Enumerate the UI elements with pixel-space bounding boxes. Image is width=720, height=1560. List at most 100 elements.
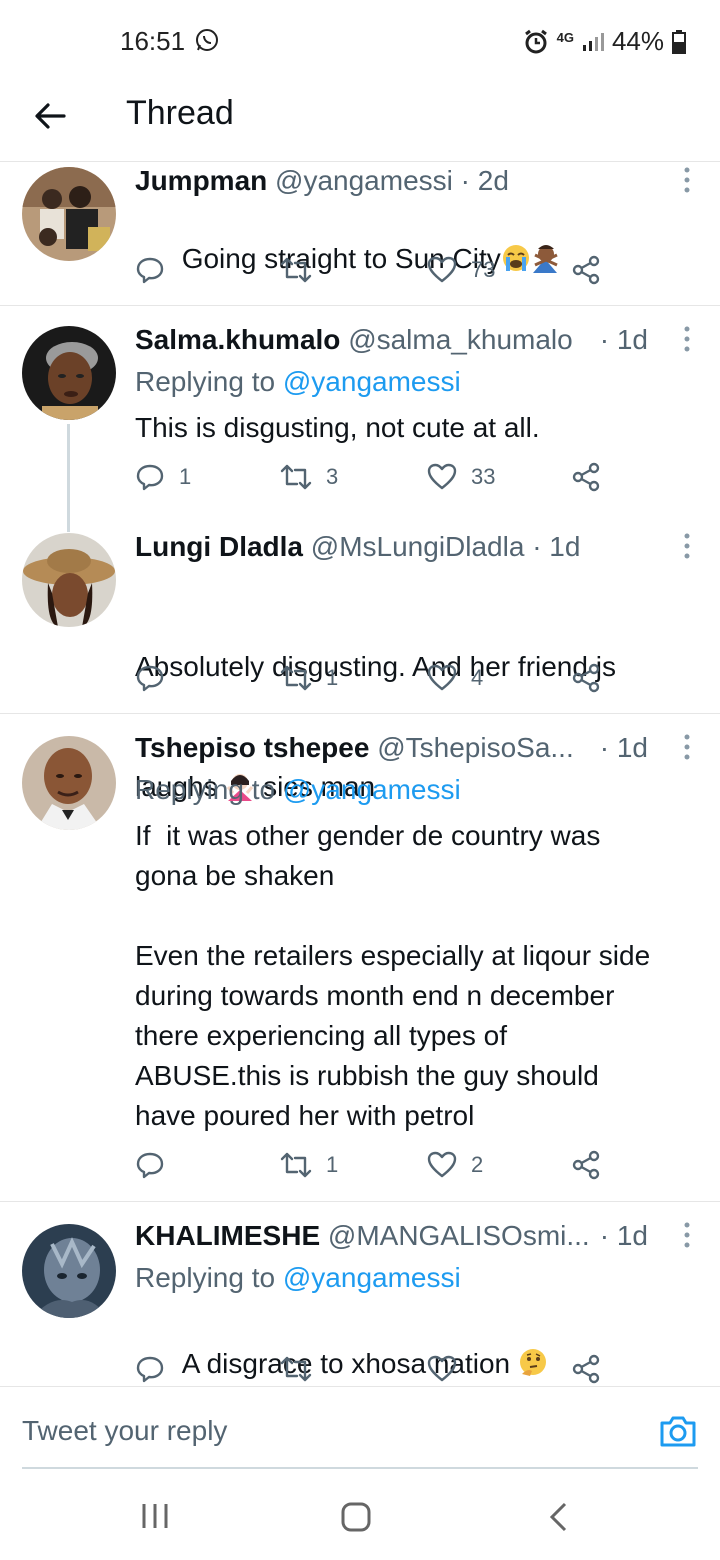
like-button[interactable]: 73 bbox=[427, 255, 495, 285]
tweet-header: KHALIMESHE @MANGALISOsmi... bbox=[135, 1220, 600, 1252]
tweet-text: If it was other gender de country was go… bbox=[135, 820, 651, 1131]
system-nav-bar bbox=[0, 1470, 720, 1560]
like-button[interactable]: 2 bbox=[427, 1150, 483, 1180]
tweet-date: · 1d bbox=[599, 1220, 648, 1251]
display-name[interactable]: Salma.khumalo bbox=[135, 324, 340, 355]
display-name[interactable]: Lungi Dladla bbox=[135, 531, 303, 562]
heart-icon bbox=[427, 256, 457, 283]
retweet-icon bbox=[280, 665, 312, 691]
replying-to-label: Replying to bbox=[135, 1262, 276, 1293]
share-button[interactable] bbox=[571, 1354, 601, 1384]
status-icons: 4G 44% bbox=[523, 26, 686, 57]
recent-apps-icon[interactable] bbox=[140, 1502, 170, 1530]
share-icon bbox=[572, 1354, 600, 1384]
reply-input[interactable]: Tweet your reply bbox=[22, 1415, 227, 1447]
comment-icon bbox=[136, 1356, 164, 1383]
camera-icon[interactable] bbox=[658, 1413, 698, 1449]
tweet-jumpman[interactable]: Jumpman @yangamessi · 2d Going straight … bbox=[0, 163, 720, 305]
tweet-actions: 73 bbox=[135, 255, 615, 291]
more-vertical-icon[interactable] bbox=[682, 326, 692, 352]
tweet-actions: 1 4 bbox=[135, 663, 615, 699]
user-handle[interactable]: @yangamessi bbox=[275, 165, 453, 196]
heart-icon bbox=[427, 1151, 457, 1178]
share-button[interactable] bbox=[571, 255, 601, 285]
retweet-button[interactable]: 1 bbox=[280, 663, 338, 693]
tweet-text: This is disgusting, not cute at all. bbox=[135, 412, 540, 443]
retweet-button[interactable]: 1 bbox=[280, 1150, 338, 1180]
reply-button[interactable] bbox=[135, 663, 179, 693]
whatsapp-icon bbox=[196, 29, 218, 51]
like-count: 33 bbox=[471, 464, 496, 489]
battery-icon bbox=[672, 29, 686, 54]
like-button[interactable] bbox=[427, 1354, 457, 1384]
tweet-tshepiso[interactable]: Tshepiso tshepee @TshepisoSa... · 1d Rep… bbox=[0, 714, 720, 1201]
user-handle[interactable]: @MANGALISOsmi... bbox=[328, 1220, 590, 1251]
retweet-icon bbox=[280, 257, 312, 283]
retweet-icon bbox=[280, 464, 312, 490]
user-handle[interactable]: @TshepisoSa... bbox=[377, 732, 574, 763]
reply-button[interactable] bbox=[135, 255, 179, 285]
more-vertical-icon[interactable] bbox=[682, 1222, 692, 1248]
display-name[interactable]: Tshepiso tshepee bbox=[135, 732, 369, 763]
tweet-actions: 1 3 33 bbox=[135, 462, 615, 498]
reply-composer: Tweet your reply bbox=[0, 1386, 720, 1469]
share-icon bbox=[572, 255, 600, 285]
comment-icon bbox=[136, 1152, 164, 1179]
tweet-header: Lungi Dladla @MsLungiDladla · 1d bbox=[135, 531, 665, 563]
share-icon bbox=[572, 663, 600, 693]
network-type: 4G bbox=[556, 29, 574, 45]
reply-button[interactable]: 1 bbox=[135, 462, 191, 492]
share-button[interactable] bbox=[571, 462, 601, 492]
more-vertical-icon[interactable] bbox=[682, 734, 692, 760]
user-handle[interactable]: @MsLungiDladla bbox=[311, 531, 525, 562]
signal-icon bbox=[582, 32, 604, 51]
retweet-count: 3 bbox=[326, 464, 339, 489]
thread-feed[interactable]: Jumpman @yangamessi · 2d Going straight … bbox=[0, 163, 720, 1386]
tweet-date: · 1d bbox=[532, 531, 581, 562]
retweet-button[interactable] bbox=[280, 1354, 312, 1384]
replying-to: Replying to @yangamessi bbox=[135, 774, 461, 806]
avatar[interactable] bbox=[22, 326, 116, 420]
like-count: 73 bbox=[471, 257, 496, 282]
replying-to: Replying to @yangamessi bbox=[135, 1262, 461, 1294]
back-arrow-icon[interactable] bbox=[30, 96, 70, 136]
mention-link[interactable]: @yangamessi bbox=[283, 366, 461, 397]
reply-button[interactable] bbox=[135, 1150, 179, 1180]
tweet-lungi[interactable]: Lungi Dladla @MsLungiDladla · 1d Absolut… bbox=[0, 513, 720, 802]
display-name[interactable]: Jumpman bbox=[135, 165, 267, 196]
display-name[interactable]: KHALIMESHE bbox=[135, 1220, 320, 1251]
like-button[interactable]: 33 bbox=[427, 462, 495, 492]
home-icon[interactable] bbox=[340, 1502, 372, 1532]
avatar[interactable] bbox=[22, 736, 116, 830]
share-button[interactable] bbox=[571, 1150, 601, 1180]
status-bar: 16:51 4G 44% bbox=[0, 0, 720, 84]
tweet-khalimeshe[interactable]: KHALIMESHE @MANGALISOsmi... · 1d Replyin… bbox=[0, 1202, 720, 1386]
avatar-photo bbox=[22, 736, 116, 830]
user-handle[interactable]: @salma_khumalo bbox=[348, 324, 573, 355]
share-button[interactable] bbox=[571, 663, 601, 693]
reply-button[interactable] bbox=[135, 1354, 165, 1384]
retweet-button[interactable] bbox=[280, 255, 326, 285]
avatar-photo bbox=[22, 326, 116, 420]
mention-link[interactable]: @yangamessi bbox=[283, 1262, 461, 1293]
avatar[interactable] bbox=[22, 167, 116, 261]
tweet-salma[interactable]: Salma.khumalo @salma_khumalo · 1d Replyi… bbox=[0, 306, 720, 532]
tweet-date: · 1d bbox=[599, 324, 648, 355]
comment-icon bbox=[136, 464, 164, 491]
tweet-actions: 1 2 bbox=[135, 1150, 615, 1186]
status-time: 16:51 bbox=[120, 26, 186, 56]
like-button[interactable]: 4 bbox=[427, 663, 483, 693]
heart-icon bbox=[427, 664, 457, 691]
retweet-button[interactable]: 3 bbox=[280, 462, 338, 492]
replying-to: Replying to @yangamessi bbox=[135, 366, 461, 398]
avatar[interactable] bbox=[22, 533, 116, 627]
retweet-count: 1 bbox=[326, 1152, 339, 1177]
more-vertical-icon[interactable] bbox=[682, 167, 692, 193]
back-nav-icon[interactable] bbox=[546, 1502, 570, 1532]
tweet-date: · 2d bbox=[460, 165, 509, 196]
tweet-actions bbox=[135, 1354, 615, 1386]
more-vertical-icon[interactable] bbox=[682, 533, 692, 559]
replying-to-label: Replying to bbox=[135, 366, 276, 397]
mention-link[interactable]: @yangamessi bbox=[283, 774, 461, 805]
avatar[interactable] bbox=[22, 1224, 116, 1318]
